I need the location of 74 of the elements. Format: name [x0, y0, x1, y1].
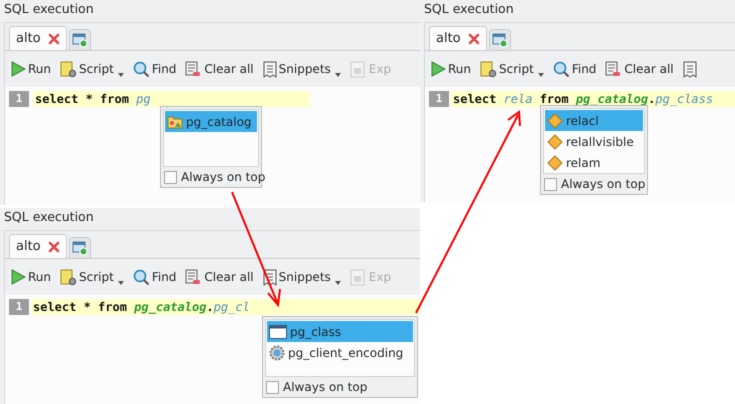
- toolbar-button[interactable]: Run: [10, 269, 52, 285]
- play-icon: [10, 269, 26, 285]
- tab-label: alto: [436, 31, 461, 46]
- panel-title: SQL execution: [3, 0, 95, 18]
- completion-item[interactable]: pg_class: [267, 321, 413, 342]
- close-icon[interactable]: [468, 32, 480, 44]
- search-icon: [132, 268, 150, 286]
- toolbar-button[interactable]: Snippets: [262, 60, 341, 78]
- caret-icon[interactable]: [538, 73, 544, 77]
- always-on-top-checkbox[interactable]: Always on top: [543, 174, 645, 192]
- export-icon: [350, 60, 367, 78]
- completion-item[interactable]: pg_catalog: [165, 111, 257, 132]
- document-gear-icon: [480, 60, 498, 78]
- new-tab-button[interactable]: [488, 29, 511, 50]
- panel-title: SQL execution: [3, 208, 95, 226]
- checkbox[interactable]: [544, 178, 557, 191]
- folder-icon: [167, 114, 183, 128]
- close-icon[interactable]: [48, 32, 60, 44]
- document-eraser-icon: [605, 60, 622, 78]
- gear-icon: [269, 344, 285, 360]
- play-icon: [10, 61, 26, 77]
- checkbox[interactable]: [164, 171, 177, 184]
- tab-label: alto: [16, 239, 41, 254]
- editor-tab[interactable]: alto: [9, 26, 67, 50]
- search-icon: [552, 60, 570, 78]
- completion-item[interactable]: relallvisible: [545, 131, 643, 152]
- toolbar-button[interactable]: Run: [10, 61, 52, 77]
- toolbar-button[interactable]: Snippets: [262, 268, 341, 286]
- diamond-icon: [547, 134, 563, 150]
- always-on-top-checkbox[interactable]: Always on top: [265, 377, 415, 395]
- document-icon: [682, 60, 697, 78]
- document-eraser-icon: [185, 60, 202, 78]
- export-icon: [350, 268, 367, 286]
- toolbar-button[interactable]: Find: [132, 60, 176, 78]
- new-tab-button[interactable]: [68, 237, 91, 258]
- checkbox[interactable]: [266, 381, 279, 394]
- document-eraser-icon: [185, 268, 202, 286]
- checkbox-label: Always on top: [561, 177, 646, 192]
- toolbar-button[interactable]: Script: [60, 268, 124, 286]
- editor-tab[interactable]: alto: [9, 234, 67, 258]
- toolbar-button[interactable]: Run: [430, 61, 472, 77]
- editor-tab[interactable]: alto: [429, 26, 487, 50]
- toolbar-button[interactable]: Find: [132, 268, 176, 286]
- toolbar-button[interactable]: Find: [552, 60, 596, 78]
- toolbar-button[interactable]: [682, 60, 697, 78]
- play-icon: [430, 61, 446, 77]
- panel-title: SQL execution: [423, 0, 515, 18]
- new-tab-button[interactable]: [68, 29, 91, 50]
- completion-item[interactable]: relam: [545, 152, 643, 173]
- window-icon: [269, 324, 287, 338]
- toolbar-button[interactable]: Clear all: [185, 268, 254, 286]
- caret-icon[interactable]: [334, 73, 341, 77]
- line-number: 1: [429, 91, 449, 107]
- document-gear-icon: [60, 60, 78, 78]
- toolbar-button[interactable]: Clear all: [185, 60, 254, 78]
- completion-item[interactable]: pg_client_encoding: [267, 342, 413, 363]
- document-gear-icon: [60, 268, 78, 286]
- checkbox-label: Always on top: [181, 170, 266, 185]
- close-icon[interactable]: [48, 240, 60, 252]
- caret-icon[interactable]: [118, 73, 124, 77]
- diamond-icon: [547, 112, 563, 128]
- line-number: 1: [9, 299, 29, 315]
- toolbar-button[interactable]: Script: [60, 60, 124, 78]
- caret-icon[interactable]: [118, 281, 124, 285]
- completion-item[interactable]: relacl: [545, 110, 643, 131]
- search-icon: [132, 60, 150, 78]
- caret-icon[interactable]: [334, 281, 341, 285]
- toolbar-button[interactable]: Script: [480, 60, 544, 78]
- tab-label: alto: [16, 31, 41, 46]
- document-icon: [262, 60, 277, 78]
- line-number: 1: [9, 91, 29, 107]
- diamond-icon: [547, 154, 563, 170]
- checkbox-label: Always on top: [283, 380, 368, 395]
- toolbar-button[interactable]: Clear all: [605, 60, 674, 78]
